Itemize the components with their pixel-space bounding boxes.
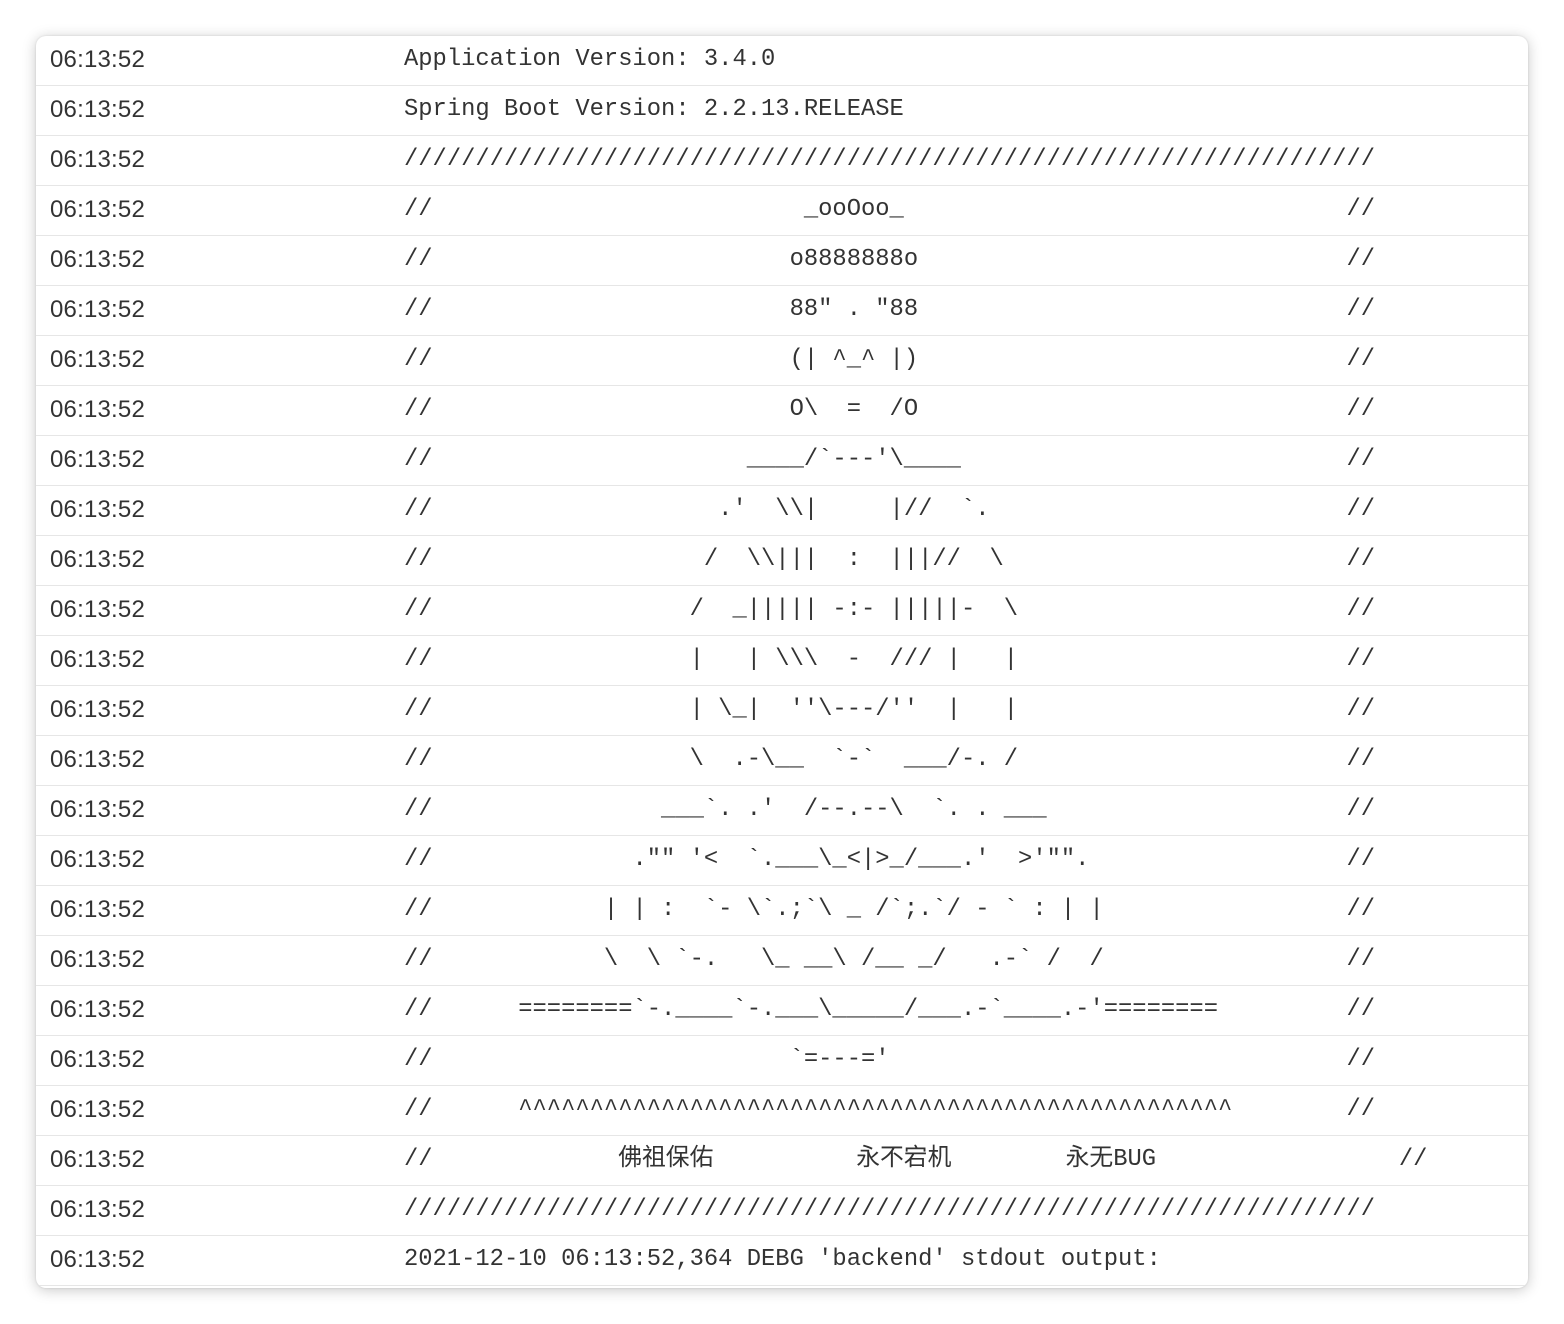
log-message: // | \_| ''\---/'' | | // <box>404 696 1376 723</box>
log-message: // ."" '< `.___\_<|>_/___.' >'"". // <box>404 846 1376 873</box>
log-timestamp: 06:13:52 <box>50 46 146 73</box>
log-message: // `=---=' // <box>404 1046 1376 1073</box>
log-timestamp: 06:13:52 <box>50 246 146 273</box>
log-row: 06:13:52 // _ooOoo_ // <box>36 186 1528 236</box>
log-timestamp: 06:13:52 <box>50 946 146 973</box>
log-message: // / _||||| -:- |||||- \ // <box>404 596 1376 623</box>
log-message: // o8888888o // <box>404 246 1376 273</box>
log-row: 06:13:52 ////////////////////////////////… <box>36 136 1528 186</box>
log-timestamp: 06:13:52 <box>50 746 146 773</box>
log-timestamp: 06:13:52 <box>50 996 146 1023</box>
log-row: 06:13:52 // .' \\| |// `. // <box>36 486 1528 536</box>
log-row: 06:13:52 // ____/`---'\____ // <box>36 436 1528 486</box>
log-timestamp: 06:13:52 <box>50 696 146 723</box>
log-row: 06:13:52 // ."" '< `.___\_<|>_/___.' >'""… <box>36 836 1528 886</box>
log-timestamp: 06:13:52 <box>50 846 146 873</box>
log-timestamp: 06:13:52 <box>50 896 146 923</box>
log-message: ////////////////////////////////////////… <box>404 1196 1376 1223</box>
log-message: // ____/`---'\____ // <box>404 446 1376 473</box>
log-row: 06:13:52 // | \_| ''\---/'' | | // <box>36 686 1528 736</box>
log-row: 06:13:52 // 佛祖保佑 永不宕机 永无BUG // <box>36 1136 1528 1186</box>
log-message: // | | : `- \`.;`\ _ /`;.`/ - ` : | | // <box>404 896 1376 923</box>
log-row: 06:13:52 // ^^^^^^^^^^^^^^^^^^^^^^^^^^^^^… <box>36 1086 1528 1136</box>
log-row: 06:13:52 // \ \ `-. \_ __\ /__ _/ .-` / /… <box>36 936 1528 986</box>
log-row: 06:13:52 // ========`-.____`-.___\_____/_… <box>36 986 1528 1036</box>
log-message: // | | \\\ - /// | | // <box>404 646 1376 673</box>
log-message: // \ \ `-. \_ __\ /__ _/ .-` / / // <box>404 946 1376 973</box>
log-row: 06:13:52 // | | : `- \`.;`\ _ /`;.`/ - ` … <box>36 886 1528 936</box>
log-message: // / \\||| : |||// \ // <box>404 546 1376 573</box>
log-timestamp: 06:13:52 <box>50 1096 146 1123</box>
log-message: // \ .-\__ `-` ___/-. / // <box>404 746 1376 773</box>
log-list: 06:13:52 Application Version: 3.4.0 06:13:… <box>36 36 1528 1286</box>
log-row: 06:13:52 // o8888888o // <box>36 236 1528 286</box>
log-message: ////////////////////////////////////////… <box>404 146 1376 173</box>
log-timestamp: 06:13:52 <box>50 146 146 173</box>
log-row: 06:13:52 ////////////////////////////////… <box>36 1186 1528 1236</box>
log-timestamp: 06:13:52 <box>50 346 146 373</box>
log-row: 06:13:52 // / \\||| : |||// \ // <box>36 536 1528 586</box>
log-timestamp: 06:13:52 <box>50 1146 146 1173</box>
log-row: 06:13:52 // | | \\\ - /// | | // <box>36 636 1528 686</box>
log-message: // O\ = /O // <box>404 396 1376 423</box>
log-row: 06:13:52 // / _||||| -:- |||||- \ // <box>36 586 1528 636</box>
log-message: // ========`-.____`-.___\_____/___.-`___… <box>404 996 1376 1023</box>
log-timestamp: 06:13:52 <box>50 196 146 223</box>
log-message: Spring Boot Version: 2.2.13.RELEASE <box>404 96 904 123</box>
log-timestamp: 06:13:52 <box>50 1046 146 1073</box>
log-message: // 佛祖保佑 永不宕机 永无BUG // <box>404 1146 1428 1173</box>
log-row: 06:13:52 Spring Boot Version: 2.2.13.RELE… <box>36 86 1528 136</box>
log-message: // ^^^^^^^^^^^^^^^^^^^^^^^^^^^^^^^^^^^^^… <box>404 1096 1376 1123</box>
log-timestamp: 06:13:52 <box>50 396 146 423</box>
log-row: 06:13:52 Application Version: 3.4.0 <box>36 36 1528 86</box>
log-timestamp: 06:13:52 <box>50 96 146 123</box>
log-row: 06:13:52 // `=---=' // <box>36 1036 1528 1086</box>
log-row: 06:13:52 // O\ = /O // <box>36 386 1528 436</box>
log-timestamp: 06:13:52 <box>50 1246 146 1273</box>
log-message: // 88" . "88 // <box>404 296 1376 323</box>
log-timestamp: 06:13:52 <box>50 446 146 473</box>
log-row: 06:13:52 // \ .-\__ `-` ___/-. / // <box>36 736 1528 786</box>
log-row: 06:13:52 // 88" . "88 // <box>36 286 1528 336</box>
log-timestamp: 06:13:52 <box>50 546 146 573</box>
log-message: // .' \\| |// `. // <box>404 496 1376 523</box>
log-row: 06:13:52 // ___`. .' /--.--\ `. . ___ // <box>36 786 1528 836</box>
log-timestamp: 06:13:52 <box>50 796 146 823</box>
log-timestamp: 06:13:52 <box>50 646 146 673</box>
log-timestamp: 06:13:52 <box>50 496 146 523</box>
log-message: // ___`. .' /--.--\ `. . ___ // <box>404 796 1376 823</box>
log-message: Application Version: 3.4.0 <box>404 46 776 73</box>
log-timestamp: 06:13:52 <box>50 296 146 323</box>
log-row: 06:13:52 2021-12-10 06:13:52,364 DEBG 'ba… <box>36 1236 1528 1286</box>
log-row: 06:13:52 // (| ^_^ |) // <box>36 336 1528 386</box>
log-timestamp: 06:13:52 <box>50 596 146 623</box>
log-panel: 06:13:52 Application Version: 3.4.0 06:13:… <box>36 36 1528 1288</box>
log-message: // (| ^_^ |) // <box>404 346 1376 373</box>
log-timestamp: 06:13:52 <box>50 1196 146 1223</box>
log-message: // _ooOoo_ // <box>404 196 1376 223</box>
log-message: 2021-12-10 06:13:52,364 DEBG 'backend' s… <box>404 1246 1161 1273</box>
